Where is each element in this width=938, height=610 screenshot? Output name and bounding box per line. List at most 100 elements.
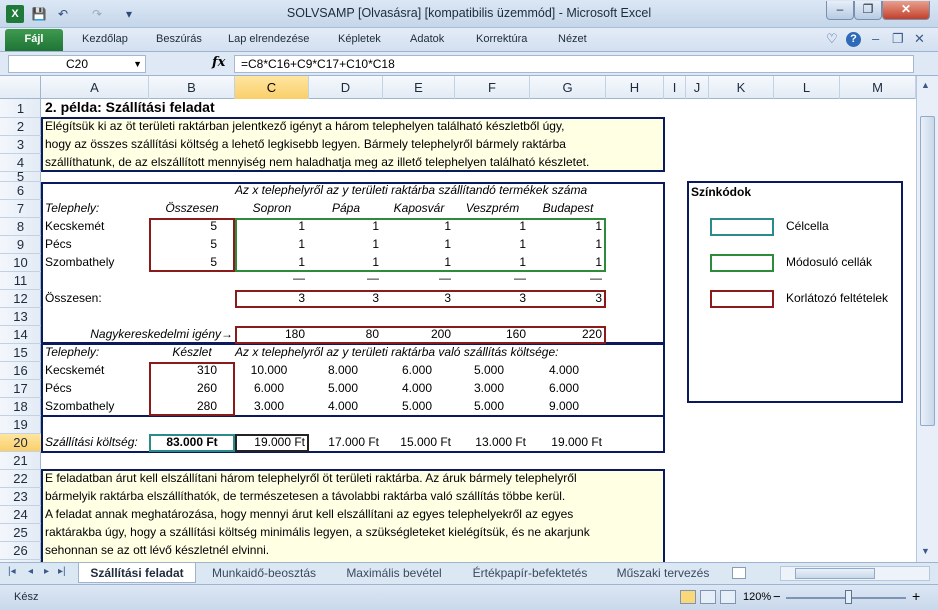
shipment-cell[interactable]: 1 [530, 236, 602, 253]
row-header[interactable]: 24 [0, 506, 41, 524]
shipment-cell[interactable]: 1 [235, 254, 305, 271]
next-sheet-icon[interactable]: ▸ [44, 566, 49, 577]
supply-total[interactable]: 5 [149, 218, 217, 235]
cost-value[interactable]: 6.000 [534, 380, 594, 397]
sheet-tab[interactable]: Maximális bevétel [332, 563, 456, 583]
row-header[interactable]: 26 [0, 542, 41, 560]
stock-value[interactable]: 280 [149, 398, 217, 415]
dash[interactable]: — [530, 270, 602, 287]
scroll-down-icon[interactable]: ▼ [921, 546, 930, 556]
label-stock[interactable]: Készlet [149, 344, 235, 361]
ribbon-collapse-icon[interactable]: ♡ [826, 31, 838, 47]
received-total[interactable]: 3 [235, 290, 305, 307]
doc-close-icon[interactable]: ✕ [914, 31, 925, 47]
row-header[interactable]: 22 [0, 470, 41, 488]
route-cost[interactable]: 19.000 Ft [235, 434, 305, 451]
intro-text[interactable]: Elégítsük ki az öt területi raktárban je… [45, 118, 663, 135]
row-header[interactable]: 10 [0, 254, 41, 272]
row-header[interactable]: 23 [0, 488, 41, 506]
demand-value[interactable]: 80 [309, 326, 379, 343]
explanation-text[interactable]: bármelyik raktárba elszállíthatók, de te… [45, 488, 663, 505]
supply-total[interactable]: 5 [149, 254, 217, 271]
row-header[interactable]: 16 [0, 362, 41, 380]
row-header[interactable]: 6 [0, 182, 41, 200]
shipment-cell[interactable]: 1 [530, 218, 602, 235]
received-total[interactable]: 3 [455, 290, 526, 307]
normal-view-icon[interactable] [680, 590, 696, 604]
received-total[interactable]: 3 [383, 290, 451, 307]
route-cost[interactable]: 19.000 Ft [530, 434, 602, 451]
dash[interactable]: — [309, 270, 379, 287]
horizontal-scrollbar[interactable] [780, 566, 930, 581]
shipment-cell[interactable]: 1 [309, 218, 379, 235]
column-header[interactable]: L [774, 76, 840, 99]
plant-name[interactable]: Szombathely [45, 254, 145, 271]
stock-value[interactable]: 260 [149, 380, 217, 397]
name-box[interactable]: C20 ▼ [8, 55, 146, 73]
cost-value[interactable]: 5.000 [387, 398, 447, 415]
restore-button[interactable]: ❐ [854, 1, 882, 20]
supply-total[interactable]: 5 [149, 236, 217, 253]
column-header[interactable]: I [664, 76, 686, 99]
stock-value[interactable]: 310 [149, 362, 217, 379]
shipment-cell[interactable]: 1 [455, 236, 526, 253]
tab-review[interactable]: Korrektúra [476, 33, 527, 45]
last-sheet-icon[interactable]: ▸| [58, 566, 66, 577]
dash[interactable]: — [383, 270, 451, 287]
column-header[interactable]: J [686, 76, 709, 99]
cost-value[interactable]: 4.000 [313, 398, 373, 415]
demand-value[interactable]: 200 [383, 326, 451, 343]
cost-value[interactable]: 10.000 [239, 362, 299, 379]
worksheet-grid[interactable]: ABCDEFGHIJKLM 1 2 3 4 5 6 7 8 9 10 11 12 13 14 15 16 17 1… [0, 76, 916, 562]
legend-label[interactable]: Korlátozó feltételek [786, 290, 906, 307]
shipment-cell[interactable]: 1 [235, 236, 305, 253]
page-layout-view-icon[interactable] [700, 590, 716, 604]
row-header[interactable]: 5 [0, 170, 41, 183]
formula-input[interactable]: =C8*C16+C9*C17+C10*C18 [234, 55, 914, 73]
close-button[interactable]: ✕ [882, 1, 930, 20]
first-sheet-icon[interactable]: |◂ [8, 566, 16, 577]
column-header[interactable]: C [235, 76, 309, 99]
help-icon[interactable]: ? [846, 32, 861, 47]
explanation-text[interactable]: sehonnan se az ott lévő készletnél elvin… [45, 542, 663, 559]
cost-value[interactable]: 9.000 [534, 398, 594, 415]
doc-restore-icon[interactable]: ❐ [892, 31, 904, 47]
tab-view[interactable]: Nézet [558, 33, 587, 45]
tab-insert[interactable]: Beszúrás [156, 33, 202, 45]
row-header[interactable]: 15 [0, 344, 41, 362]
shipment-cell[interactable]: 1 [383, 254, 451, 271]
plant-name[interactable]: Pécs [45, 236, 145, 253]
shipment-cell[interactable]: 1 [383, 236, 451, 253]
row-header[interactable]: 17 [0, 380, 41, 398]
label-plant[interactable]: Telephely: [45, 200, 125, 217]
page-break-view-icon[interactable] [720, 590, 736, 604]
column-header[interactable]: B [149, 76, 235, 99]
cost-value[interactable]: 5.000 [459, 398, 519, 415]
demand-value[interactable]: 180 [235, 326, 305, 343]
shipment-cell[interactable]: 1 [309, 254, 379, 271]
tab-formulas[interactable]: Képletek [338, 33, 381, 45]
row-header[interactable]: 2 [0, 118, 41, 136]
sheet-title[interactable]: 2. példa: Szállítási feladat [45, 99, 445, 116]
hscroll-thumb[interactable] [795, 568, 875, 579]
sheet-tab[interactable]: Értékpapír-befektetés [460, 563, 600, 583]
zoom-slider-thumb[interactable] [845, 590, 852, 604]
cost-label[interactable]: Szállítási költség: [45, 434, 149, 451]
legend-label[interactable]: Módosuló cellák [786, 254, 906, 271]
tab-home[interactable]: Kezdőlap [82, 33, 128, 45]
select-all-corner[interactable] [0, 76, 41, 99]
explanation-text[interactable]: raktárakba úgy, hogy a szállítási költsé… [45, 524, 663, 541]
column-header[interactable]: E [383, 76, 455, 99]
row-header[interactable]: 3 [0, 136, 41, 154]
plant-name[interactable]: Kecskemét [45, 218, 145, 235]
doc-minimize-icon[interactable]: – [872, 31, 879, 46]
row-header[interactable]: 20 [0, 434, 41, 452]
cost-value[interactable]: 5.000 [459, 362, 519, 379]
city-header[interactable]: Veszprém [455, 200, 530, 217]
legend-label[interactable]: Célcella [786, 218, 906, 235]
city-header[interactable]: Budapest [530, 200, 606, 217]
zoom-in-icon[interactable]: + [912, 588, 920, 604]
row-header[interactable]: 12 [0, 290, 41, 308]
cost-value[interactable]: 6.000 [239, 380, 299, 397]
tab-data[interactable]: Adatok [410, 33, 444, 45]
